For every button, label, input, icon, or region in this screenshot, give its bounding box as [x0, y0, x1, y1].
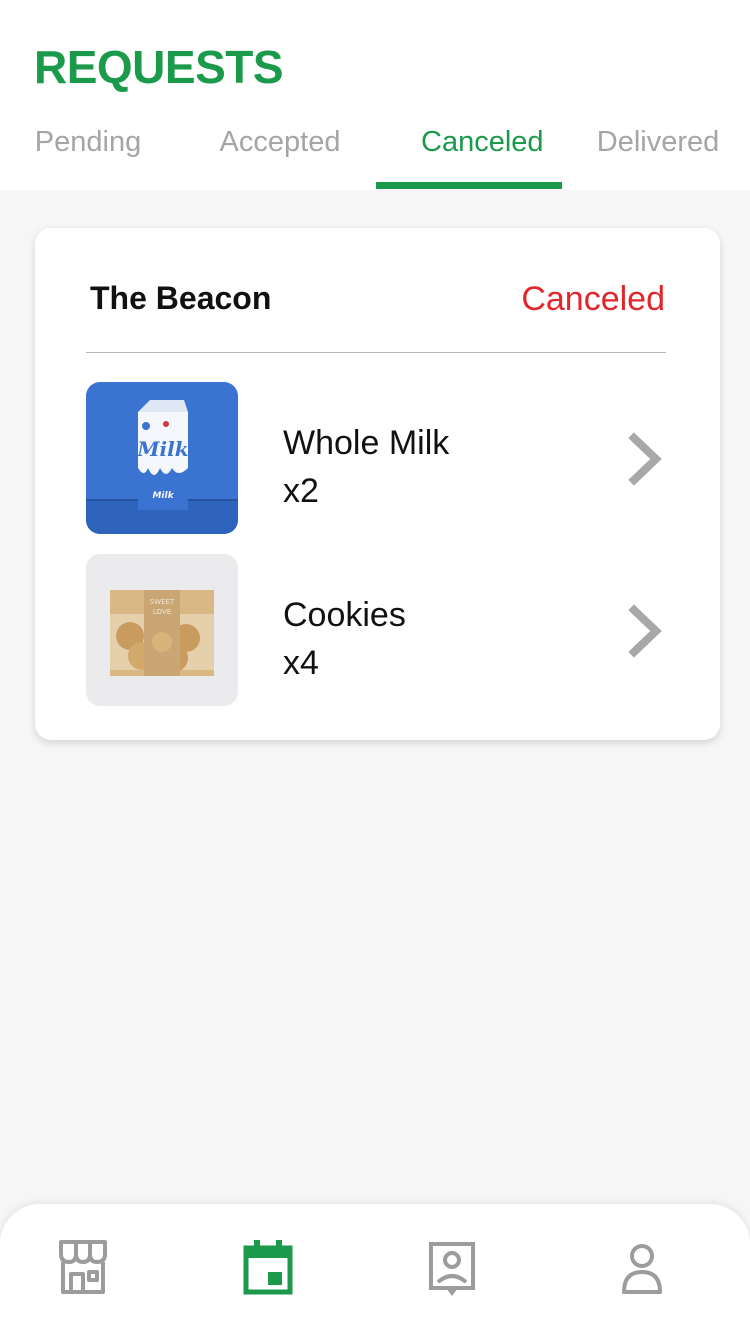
- svg-text:SWEET: SWEET: [150, 598, 175, 606]
- profile-card-icon: [429, 1242, 475, 1296]
- store-name: The Beacon: [90, 280, 272, 316]
- store-icon: [59, 1240, 107, 1294]
- nav-requests[interactable]: [422, 1236, 482, 1300]
- order-card: The Beacon Canceled Milk Milk Whole Milk…: [35, 228, 720, 740]
- nav-profile[interactable]: [612, 1236, 672, 1300]
- divider: [86, 352, 666, 353]
- header: REQUESTS Pending Accepted Canceled Deliv…: [0, 0, 750, 190]
- svg-text:Milk: Milk: [136, 437, 188, 461]
- milk-carton-photo: Milk Milk: [86, 382, 238, 534]
- nav-calendar[interactable]: [238, 1236, 298, 1300]
- tab-accepted[interactable]: Accepted: [205, 126, 355, 190]
- tab-pending[interactable]: Pending: [18, 126, 158, 190]
- chevron-right-icon[interactable]: [626, 432, 666, 486]
- svg-text:LOVE: LOVE: [153, 608, 171, 616]
- item-name: Whole Milk: [283, 424, 450, 462]
- tab-bar: Pending Accepted Canceled Delivered: [0, 120, 750, 190]
- cookies-bag-photo: SWEET LOVE: [86, 554, 238, 706]
- bottom-nav: [0, 1204, 750, 1334]
- page-title: REQUESTS: [34, 41, 284, 93]
- item-name: Cookies: [283, 596, 406, 634]
- tab-delivered[interactable]: Delivered: [586, 126, 730, 190]
- item-quantity: x4: [283, 644, 319, 682]
- order-item-whole-milk[interactable]: Milk Milk Whole Milk x2: [86, 382, 666, 534]
- active-tab-indicator: [376, 182, 562, 189]
- svg-text:Milk: Milk: [152, 491, 174, 501]
- chevron-right-icon[interactable]: [626, 604, 666, 658]
- tab-canceled[interactable]: Canceled: [376, 126, 586, 190]
- status-badge: Canceled: [521, 280, 665, 318]
- order-item-cookies[interactable]: SWEET LOVE Cookies x4: [86, 554, 666, 706]
- item-quantity: x2: [283, 472, 319, 510]
- calendar-icon: [243, 1240, 293, 1295]
- nav-store[interactable]: [53, 1236, 113, 1300]
- person-icon: [622, 1244, 662, 1294]
